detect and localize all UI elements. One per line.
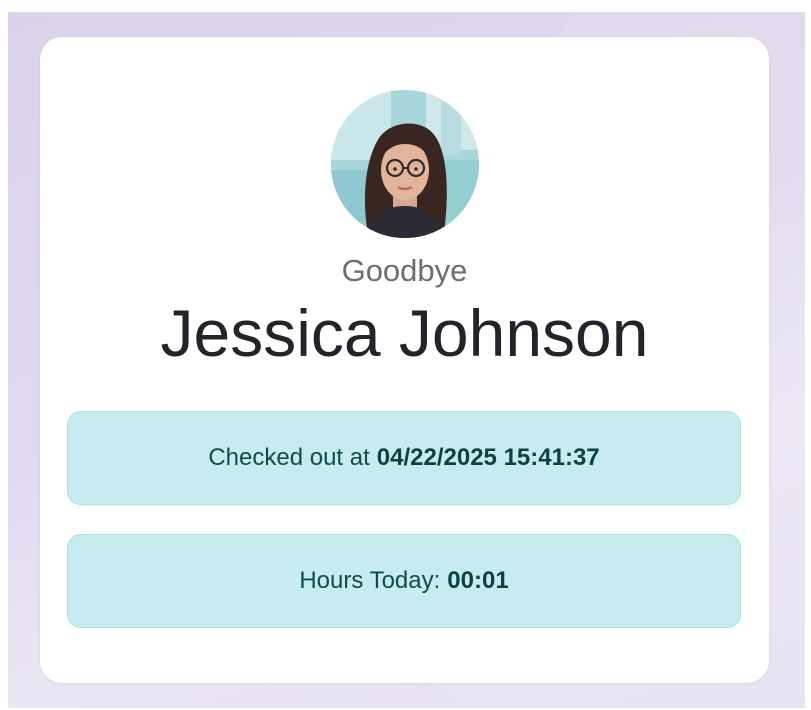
- hours-value: 00:01: [447, 567, 509, 594]
- greeting-text: Goodbye: [341, 253, 468, 288]
- hours-today-box: Hours Today: 00:01: [67, 534, 741, 628]
- checkout-timestamp: 04/22/2025 15:41:37: [376, 444, 600, 471]
- avatar: [331, 90, 479, 238]
- page-background: Goodbye Jessica Johnson Checked out at 0…: [8, 12, 805, 708]
- checkout-card: Goodbye Jessica Johnson Checked out at 0…: [40, 37, 769, 683]
- hours-label: Hours Today:: [299, 567, 441, 594]
- checkout-label: Checked out at: [208, 444, 370, 471]
- user-photo-icon: [331, 90, 479, 238]
- checkout-time-box: Checked out at 04/22/2025 15:41:37: [67, 411, 741, 505]
- user-name: Jessica Johnson: [160, 296, 649, 370]
